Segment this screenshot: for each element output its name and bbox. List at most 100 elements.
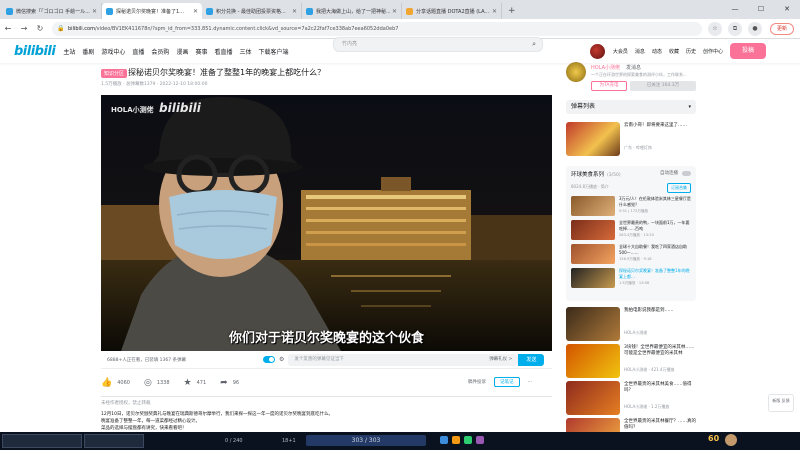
maximize-button[interactable]: ☐ [748,0,774,19]
extensions-icon[interactable]: ⧉ [728,21,742,36]
upload-button[interactable]: 投稿 [730,43,766,59]
header-link-favorites[interactable]: 收藏 [669,48,679,55]
nav-item[interactable]: 赛事 [195,47,207,56]
coin-button[interactable]: ◎ 1338 [144,378,170,388]
danmaku-list-toggle[interactable]: 弹幕列表 ▾ [566,100,696,114]
forward-icon[interactable]: → [16,24,32,33]
header-link-creator[interactable]: 创作中心 [703,48,723,55]
uploader-avatar[interactable] [566,62,586,82]
series-item-title: 全球十大自助餐！我吃了四家酒店自助 500—…… [619,244,687,255]
copyright-notice: 未经作者授权，禁止转载 [101,401,151,406]
app-icon[interactable] [452,436,460,444]
nav-item[interactable]: 主站 [63,47,75,56]
reco-card[interactable]: 云南小哥！即将要来这里了…… 广东 · 哔哩灯饰 [566,122,696,156]
url-field[interactable]: 🔒 bilibili.com/video/BV1EK411678n/?spm_id… [52,21,702,36]
browser-tab-4[interactable]: 我把大海做上山，给了一把神秘... ✕ [302,3,402,19]
nav-item[interactable]: 番剧 [82,47,94,56]
series-item-sub: 263.4万播放 · 13:20 [619,233,654,237]
back-icon[interactable]: ← [0,24,16,33]
reco-card[interactable]: 全世界最贵的米其林餐厅？……真的值吗？ [566,418,696,432]
top-nav: 主站 番剧 游戏中心 直播 会员购 漫画 赛事 看直播 三体 下载客户端 [63,47,295,56]
danmaku-send-button[interactable]: 发送 [518,353,545,366]
message-link[interactable]: 发消息 [626,65,641,71]
search-icon[interactable]: ⌕ [532,38,536,51]
tab-favicon-icon [306,7,313,15]
favorite-button[interactable]: ★ 471 [184,378,207,388]
series-header: 环球美食系列 (3/50) [571,170,621,178]
follow-button[interactable]: 已关注 164.3万 [630,81,696,91]
search-input[interactable]: 竹内亮 ⌕ [333,37,543,52]
reload-icon[interactable]: ↻ [32,24,48,33]
nav-item[interactable]: 游戏中心 [101,47,125,56]
nav-item[interactable]: 三体 [239,47,251,56]
tab-label: 微信搜索「「ゴロゴロ 手絵一ル...」 [16,8,90,15]
bookmark-star-icon[interactable]: ☆ [708,21,722,36]
series-item[interactable]: 全世界最贵的鸭，一块面前1万，一年要吃掉……百吨 263.4万播放 · 13:2… [571,220,693,242]
reco-card[interactable]: 全世界最贵的米其林美食……值得吗？ HOLA小测佬 · 1.2万播放 [566,381,696,415]
tab-close-icon[interactable]: ✕ [492,8,497,15]
charge-button[interactable]: 为TA充电 [591,81,627,91]
nav-item[interactable]: 会员购 [151,47,169,56]
taskbar-thumbnail[interactable] [2,434,82,448]
close-window-button[interactable]: ✕ [774,0,800,19]
danmaku-etiquette-link[interactable]: 弹幕礼仪 > [489,354,512,366]
series-item[interactable]: 全球十大自助餐！我吃了四家酒店自助 500—…… 156.9万播放 · 9:18 [571,244,693,266]
taskbar-thumbnail[interactable] [84,434,144,448]
like-icon: 👍 [101,378,113,388]
header-link-history[interactable]: 历史 [686,48,696,55]
nav-item[interactable]: 下载客户端 [259,47,289,56]
minimize-button[interactable]: — [722,0,748,19]
star-icon: ★ [183,378,192,388]
more-icon[interactable]: ⋯ [528,380,533,385]
uploader-name[interactable]: HOLA小测佬 [591,65,620,71]
taskbar-progress[interactable]: 303 / 303 [306,435,426,446]
nav-item[interactable]: 看直播 [214,47,232,56]
subscribe-series-button[interactable]: 订阅合集 [667,183,691,193]
series-item[interactable]: 3万元/人！在伦敦体验米其林三星餐厅是什么感觉？ 5:51 | 172万播放 [571,196,693,218]
header-link-messages[interactable]: 消息 [635,48,645,55]
tab-close-icon[interactable]: ✕ [292,8,297,15]
app-icon[interactable] [440,436,448,444]
video-player[interactable]: HOLA小测佬 bilibili 你们对于诺贝尔奖晚宴的这个伙食 [101,95,552,351]
profile-icon[interactable]: ● [748,21,762,36]
header-link-vip[interactable]: 大会员 [613,48,628,55]
video-meta: 1.5万播放 · 总弹幕数1379 · 2022-12-10 18:00:00 [101,82,208,87]
app-icon[interactable] [464,436,472,444]
user-avatar[interactable] [589,43,605,59]
reco-card[interactable]: 我拍电影说我都是到…… HOLA小测佬 [566,307,696,341]
tab-favicon-icon [406,7,413,15]
danmaku-toggle[interactable] [263,356,275,363]
tab-close-icon[interactable]: ✕ [193,8,198,15]
share-button[interactable]: ➦ 96 [220,378,239,388]
report-link[interactable]: 稿件投诉 [468,379,486,385]
browser-tab-5[interactable]: 分享话题直播 DOTA2直播 (LA... ✕ [402,3,502,19]
taskbar-value: 60 [708,434,720,443]
browser-tab-1[interactable]: 微信搜索「「ゴロゴロ 手絵一ル...」 ✕ [2,3,102,19]
note-button[interactable]: 记笔记 [494,377,520,387]
new-tab-button[interactable]: + [502,3,522,19]
tab-close-icon[interactable]: ✕ [92,8,97,15]
nav-item[interactable]: 直播 [132,47,144,56]
app-icon[interactable] [476,436,484,444]
share-icon: ➦ [220,378,228,388]
series-item-current[interactable]: 探秘诺贝尔奖晚宴！准备了整整1年的晚宴上都… 1.5万播放 · 13:58 [571,268,693,290]
feedback-button[interactable]: 新版 反馈 [768,394,794,412]
browser-tab-3[interactable]: 积分兑换 - 最佳助团投票资格... ✕ [202,3,302,19]
nav-item[interactable]: 漫画 [176,47,188,56]
browser-tab-2[interactable]: 探秘诺贝尔奖晚宴！准备了1... ✕ [102,3,202,19]
tab-close-icon[interactable]: ✕ [392,8,397,15]
channel-watermark: HOLA小测佬 [111,106,154,114]
reco-up: HOLA小测佬 · 421.4万播放 [624,367,675,372]
header-link-dynamics[interactable]: 动态 [652,48,662,55]
update-button[interactable]: 更新 [770,22,795,35]
bilibili-logo[interactable]: bilibili [14,44,56,59]
reco-thumbnail [566,344,620,378]
reco-card[interactable]: 3块钱！全世界最便宜的米其林……可能是全世界最便宜的米其林 HOLA小测佬 · … [566,344,696,378]
autoplay-toggle[interactable] [682,171,691,176]
like-button[interactable]: 👍 4060 [101,378,130,388]
taskbar-avatar[interactable] [725,434,737,446]
autoplay-label: 自动连播 [660,171,678,176]
danmaku-input[interactable]: 发个友善的弹幕见证当下 弹幕礼仪 > [288,353,519,366]
danmaku-settings-icon[interactable]: ⚙ [279,356,284,363]
category-tag[interactable]: 知识分区 [101,69,128,78]
